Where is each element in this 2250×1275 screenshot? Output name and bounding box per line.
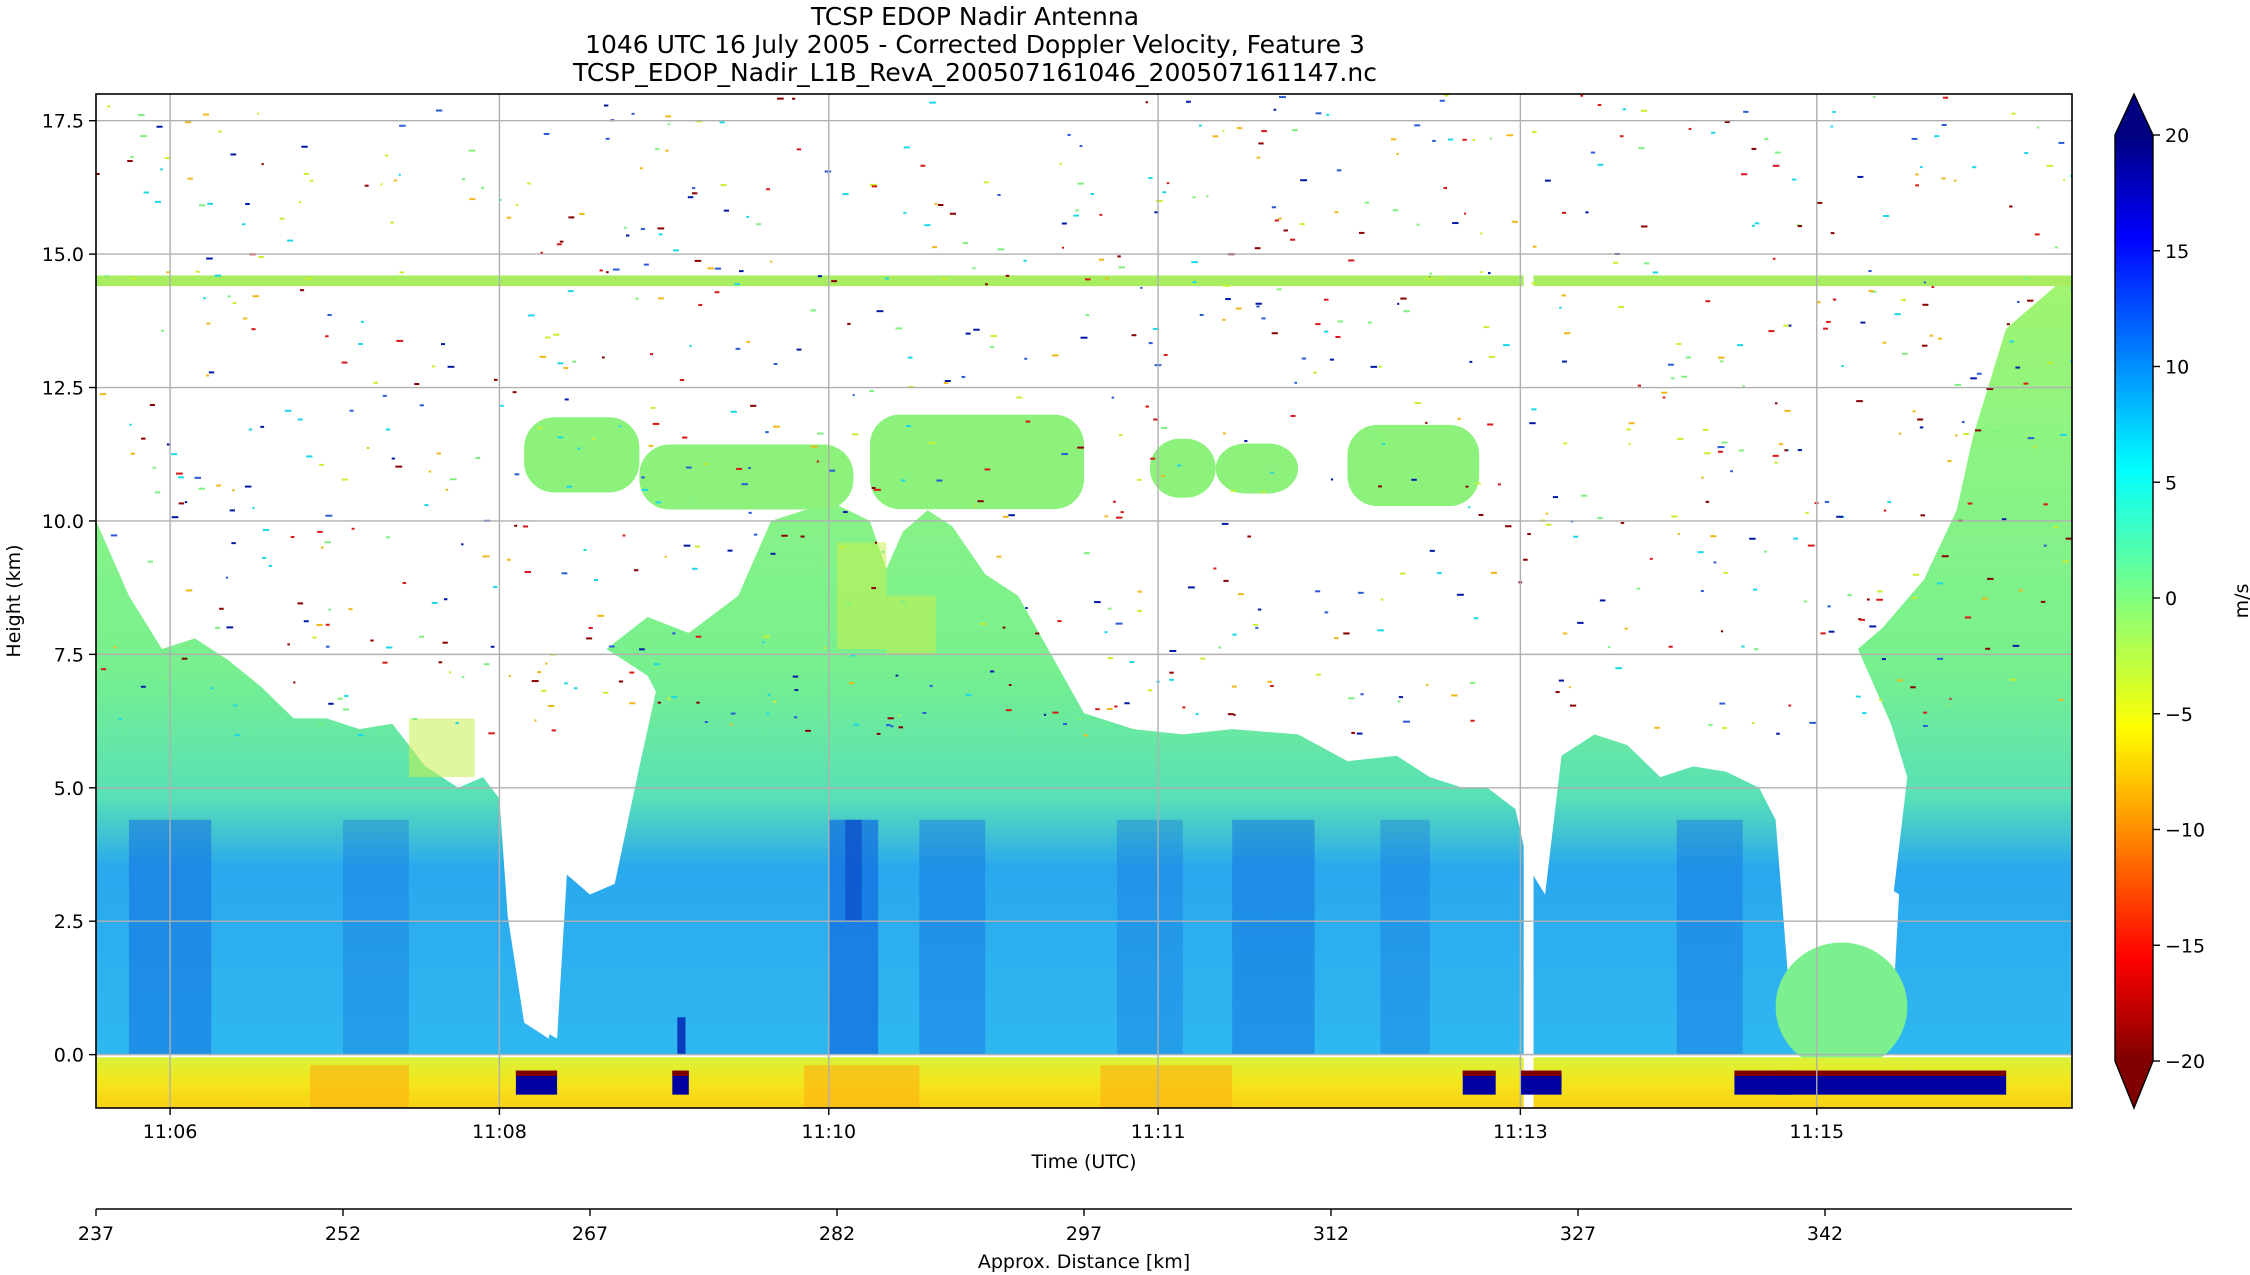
y-axis-label: Height (km)	[3, 544, 25, 657]
anvil-patch	[1149, 438, 1216, 498]
y-tick-label: 15.0	[42, 244, 84, 266]
colorbar-max-extend	[2115, 94, 2153, 135]
y-tick-label: 12.5	[42, 378, 84, 400]
noise-line	[1533, 275, 2072, 287]
y-tick-label: 10.0	[42, 511, 84, 533]
surface-clutter	[677, 1017, 686, 1055]
anvil-patch	[639, 444, 854, 510]
colorbar-min-extend	[2115, 1061, 2153, 1108]
distance-tick-label: 327	[1560, 1223, 1596, 1245]
noise-line	[96, 275, 1524, 287]
fall-streak	[919, 819, 986, 1055]
colorbar-label: m/s	[2231, 584, 2250, 619]
colorbar-tick-label: 10	[2165, 357, 2189, 379]
x-tick-label: 11:11	[1131, 1121, 1186, 1143]
y-tick-label: 7.5	[54, 644, 84, 666]
x-tick-label: 11:08	[472, 1121, 527, 1143]
x-tick-label: 11:10	[801, 1121, 856, 1143]
colorbar-tick-label: −20	[2165, 1051, 2205, 1073]
y-tick-label: 5.0	[54, 778, 84, 800]
fall-streak	[1116, 819, 1183, 1055]
x-tick-label: 11:13	[1493, 1121, 1548, 1143]
fall-streak	[343, 819, 409, 1055]
distance-axis-label: Approx. Distance [km]	[978, 1251, 1190, 1273]
y-tick-label: 0.0	[54, 1045, 84, 1067]
colorbar-tick-label: 0	[2165, 588, 2177, 610]
noise-speckles	[96, 94, 2072, 737]
heatmap-plot-area	[96, 94, 2072, 1108]
distance-tick-label: 342	[1807, 1223, 1843, 1245]
colorbar-tick-label: −15	[2165, 935, 2205, 957]
fall-streak	[1380, 819, 1430, 1055]
surface-clutter-edge	[672, 1070, 689, 1076]
colorbar-tick-label: −10	[2165, 820, 2205, 842]
y-tick-label: 17.5	[42, 111, 84, 133]
surface-clutter-edge	[1520, 1070, 1562, 1076]
subsurface-patch	[1100, 1065, 1233, 1108]
anvil-patch	[1215, 443, 1299, 494]
figure: 0.02.55.07.510.012.515.017.5 11:06 11:08 1…	[3, 92, 2250, 1273]
distance-tick-label: 267	[572, 1223, 608, 1245]
colorbar	[2114, 92, 2154, 1110]
colorbar-tick-label: 15	[2165, 241, 2189, 263]
low-cloud	[1775, 942, 1908, 1071]
subsurface-patch	[804, 1065, 920, 1108]
distance-tick-label: 312	[1313, 1223, 1349, 1245]
distance-tick-label: 237	[78, 1223, 114, 1245]
colorbar-tick-label: 5	[2165, 472, 2177, 494]
surface-clutter-edge	[1775, 1070, 2007, 1076]
distance-tick-label: 252	[325, 1223, 361, 1245]
x-axis-time: 11:06 11:08 11:10 11:11 11:13 11:15	[143, 1108, 1844, 1143]
anvil-patch	[869, 414, 1084, 510]
y-axis: 0.0 2.5 5.0 7.5 10.0 12.5 15.0 17.5	[42, 111, 96, 1067]
fall-streak	[1232, 819, 1315, 1055]
updraft-core	[845, 819, 862, 922]
colorbar-tick-label: −5	[2165, 704, 2193, 726]
subsurface-patch	[310, 1065, 409, 1108]
x-axis-label: Time (UTC)	[1030, 1151, 1136, 1173]
surface-clutter-edge	[1462, 1070, 1496, 1076]
y-tick-label: 2.5	[54, 911, 84, 933]
surface-clutter-edge	[515, 1070, 558, 1076]
fall-streak	[1676, 819, 1743, 1055]
x-tick-label: 11:06	[143, 1121, 198, 1143]
colorbar-tick-label: 20	[2165, 125, 2189, 147]
convective-core-patch	[886, 595, 936, 655]
convective-core-patch	[837, 542, 887, 650]
x-axis-distance: 237 252 267 282 297 312 327 342	[78, 1209, 1843, 1245]
anvil-patch	[1347, 424, 1480, 507]
x-tick-label: 11:15	[1789, 1121, 1844, 1143]
convective-core-patch	[408, 718, 475, 778]
distance-tick-label: 297	[1066, 1223, 1102, 1245]
distance-tick-label: 282	[819, 1223, 855, 1245]
